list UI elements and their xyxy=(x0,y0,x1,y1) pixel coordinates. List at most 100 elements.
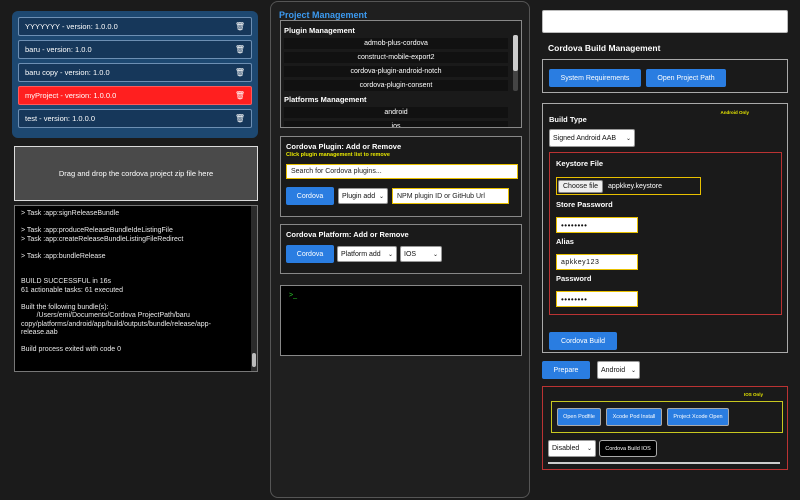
log-line: /Users/emi/Documents/Cordova ProjectPath… xyxy=(21,312,190,319)
build-management-heading: Cordova Build Management xyxy=(548,43,661,53)
plugin-cordova-button[interactable]: Cordova xyxy=(286,187,334,205)
log-line: copy/platforms/android/app/build/outputs… xyxy=(21,320,211,328)
right-column: Cordova Build Management System Requirem… xyxy=(540,0,790,500)
platform-action-select[interactable]: Platform add ⌄ xyxy=(337,246,397,262)
build-type-value: Signed Android AAB xyxy=(553,134,617,142)
platform-panel: Cordova Platform: Add or Remove Cordova … xyxy=(280,224,522,274)
system-requirements-button[interactable]: System Requirements xyxy=(549,69,641,87)
build-type-select[interactable]: Signed Android AAB ⌄ xyxy=(549,129,635,147)
platforms-management-heading: Platforms Management xyxy=(284,95,367,104)
top-input-bar[interactable] xyxy=(542,10,788,33)
terminal-prompt: >_ xyxy=(289,292,297,299)
prepare-button[interactable]: Prepare xyxy=(542,361,590,379)
project-item-label: test - version: 1.0.0.0 xyxy=(25,114,96,123)
platform-action-value: Platform add xyxy=(341,250,381,258)
project-item[interactable]: myProject - version: 1.0.0.0 🗑 xyxy=(18,86,252,105)
build-log[interactable]: > Task :app:signReleaseBundle > Task :app… xyxy=(14,205,258,372)
trash-icon[interactable]: 🗑 xyxy=(235,91,245,100)
ios-tools-box: Open Podfile Xcode Pod Install Project X… xyxy=(551,401,783,433)
log-line: > Task :app:produceReleaseBundleIdeListi… xyxy=(21,227,173,234)
log-line: > Task :app:bundleRelease xyxy=(21,252,106,260)
trash-icon[interactable]: 🗑 xyxy=(235,114,245,123)
platform-list-item[interactable]: ios xyxy=(284,121,508,127)
plugin-list-scrollbar[interactable] xyxy=(513,35,518,91)
plugin-panel-hint: Click plugin management list to remove xyxy=(286,152,390,158)
log-line: Built the following bundle(s): xyxy=(21,303,109,311)
terminal[interactable]: >_ xyxy=(280,285,522,356)
android-build-box: Android Only Build Type Signed Android A… xyxy=(542,103,788,353)
open-podfile-button[interactable]: Open Podfile xyxy=(557,408,601,426)
ios-build-box: IOS Only Open Podfile Xcode Pod Install … xyxy=(542,386,788,470)
log-line: > Task :app:signReleaseBundle xyxy=(21,210,120,217)
platform-list-item[interactable]: android xyxy=(284,107,508,118)
plugin-list-item[interactable]: cordova-plugin-android-notch xyxy=(284,66,508,77)
log-scroll-thumb[interactable] xyxy=(252,353,256,367)
plugin-panel-heading: Cordova Plugin: Add or Remove xyxy=(286,142,402,151)
middle-column: Project Management Plugin Management adm… xyxy=(270,1,530,498)
choose-file-button[interactable]: Choose file xyxy=(558,179,604,193)
trash-icon[interactable]: 🗑 xyxy=(235,22,245,31)
platform-select[interactable]: IOS ⌄ xyxy=(400,246,442,262)
store-password-input[interactable]: •••••••• xyxy=(556,217,638,233)
open-project-path-button[interactable]: Open Project Path xyxy=(646,69,726,87)
plugin-list-item[interactable]: cordova-plugin-consent xyxy=(284,80,508,91)
xcode-pod-install-button[interactable]: Xcode Pod Install xyxy=(606,408,662,426)
divider xyxy=(548,462,780,464)
plugin-panel: Cordova Plugin: Add or Remove Click plug… xyxy=(280,136,522,217)
chevron-down-icon: ⌄ xyxy=(378,193,384,200)
trash-icon[interactable]: 🗑 xyxy=(235,45,245,54)
plugin-action-select[interactable]: Plugin add ⌄ xyxy=(338,188,388,204)
ios-mode-select[interactable]: Disabled ⌄ xyxy=(548,440,596,457)
build-type-label: Build Type xyxy=(549,115,587,124)
password-input[interactable]: •••••••• xyxy=(556,291,638,307)
dropzone-text: Drag and drop the cordova project zip fi… xyxy=(58,169,214,178)
platform-panel-heading: Cordova Platform: Add or Remove xyxy=(286,230,409,239)
keystore-box: Keystore File Choose file appkkey.keysto… xyxy=(549,152,782,315)
project-item-label: YYYYYYY - version: 1.0.0.0 xyxy=(25,22,118,31)
plugin-action-value: Plugin add xyxy=(342,192,376,200)
log-line: 61 actionable tasks: 61 executed xyxy=(21,286,123,294)
cordova-build-button[interactable]: Cordova Build xyxy=(549,332,617,350)
alias-label: Alias xyxy=(556,237,574,246)
log-lines: > Task :app:signReleaseBundle > Task :app… xyxy=(21,210,251,355)
trash-icon[interactable]: 🗑 xyxy=(235,68,245,77)
prepare-platform-select[interactable]: Android ⌄ xyxy=(597,361,640,379)
chevron-down-icon: ⌄ xyxy=(586,446,592,452)
plugin-search-input[interactable]: Search for Cordova plugins... xyxy=(286,164,518,179)
project-list: YYYYYYY - version: 1.0.0.0 🗑 baru - versio… xyxy=(12,11,258,138)
prepare-platform-value: Android xyxy=(601,366,626,374)
log-line: release.aab xyxy=(21,329,58,336)
platform-cordova-button[interactable]: Cordova xyxy=(286,245,334,263)
plugin-id-input[interactable]: NPM plugin ID or GitHub Url xyxy=(392,188,509,204)
chevron-down-icon: ⌄ xyxy=(630,367,636,374)
project-item[interactable]: test - version: 1.0.0.0 🗑 xyxy=(18,109,252,128)
log-scrollbar[interactable] xyxy=(251,206,257,371)
project-item-label: baru - version: 1.0.0 xyxy=(25,45,92,54)
log-line: > Task :app:createReleaseBundleListingFi… xyxy=(21,235,184,243)
project-xcode-open-button[interactable]: Project Xcode Open xyxy=(667,408,729,426)
ios-mode-value: Disabled xyxy=(552,445,580,452)
project-item[interactable]: baru copy - version: 1.0.0 🗑 xyxy=(18,63,252,82)
left-column: YYYYYYY - version: 1.0.0.0 🗑 baru - versio… xyxy=(12,0,258,500)
log-line: Build process exited with code 0 xyxy=(21,346,121,353)
keystore-file-input[interactable]: Choose file appkkey.keystore xyxy=(556,177,701,195)
plugin-list-scroll-thumb[interactable] xyxy=(513,35,518,71)
keystore-file-name: appkkey.keystore xyxy=(608,182,662,190)
build-tools-box: System Requirements Open Project Path xyxy=(542,59,788,93)
project-item[interactable]: YYYYYYY - version: 1.0.0.0 🗑 xyxy=(18,17,252,36)
plugin-list-item[interactable]: construct-mobile-export2 xyxy=(284,52,508,63)
plugin-management-heading: Plugin Management xyxy=(284,26,355,35)
cordova-build-ios-button[interactable]: Cordova Build IOS xyxy=(599,440,657,457)
alias-input[interactable]: apkkey123 xyxy=(556,254,638,270)
chevron-down-icon: ⌄ xyxy=(387,251,393,258)
project-item[interactable]: baru - version: 1.0.0 🗑 xyxy=(18,40,252,59)
chevron-down-icon: ⌄ xyxy=(432,251,438,258)
plugin-list-item[interactable]: admob-plus-cordova xyxy=(284,38,508,49)
zip-dropzone[interactable]: Drag and drop the cordova project zip fi… xyxy=(14,146,258,201)
